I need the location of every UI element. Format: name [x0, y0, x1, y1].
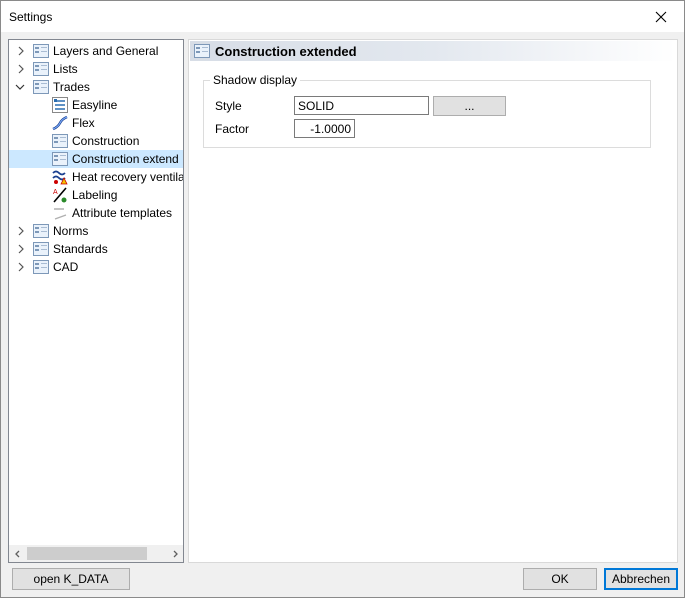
tree-horizontal-scrollbar[interactable] [9, 545, 183, 562]
tree-item-label: Norms [53, 224, 89, 238]
panel-title: Construction extended [215, 44, 357, 59]
tree-item-label: Construction [72, 134, 140, 148]
tree-item-label: Layers and General [53, 44, 159, 58]
settings-page-icon [52, 134, 68, 148]
scrollbar-thumb[interactable] [27, 547, 147, 560]
style-label: Style [215, 99, 242, 113]
tree-item-heat-recovery[interactable]: Heat recovery ventila [9, 168, 183, 186]
settings-page-icon [52, 152, 68, 166]
settings-page-icon [33, 224, 49, 238]
tree-item-label: CAD [53, 260, 79, 274]
close-button[interactable] [638, 1, 684, 32]
tree-item-construction-extended[interactable]: Construction extend [9, 150, 183, 168]
tree-item-lists[interactable]: Lists [9, 60, 183, 78]
style-browse-button[interactable]: ... [433, 96, 506, 116]
factor-label: Factor [215, 122, 250, 136]
tree-item-label: Heat recovery ventila [72, 170, 184, 184]
flex-icon [52, 115, 68, 131]
tree-item-label: Easyline [72, 98, 118, 112]
tree-item-construction[interactable]: Construction [9, 132, 183, 150]
chevron-right-icon[interactable] [16, 64, 26, 74]
cancel-button[interactable]: Abbrechen [604, 568, 678, 590]
settings-page-icon [33, 62, 49, 76]
scroll-right-button[interactable] [166, 545, 183, 562]
style-field[interactable]: SOLID [294, 96, 429, 115]
tree-item-label: Standards [53, 242, 108, 256]
tree-item-norms[interactable]: Norms [9, 222, 183, 240]
open-kdata-button[interactable]: open K_DATA [12, 568, 130, 590]
tree-item-label: Flex [72, 116, 95, 130]
chevron-right-icon[interactable] [16, 244, 26, 254]
group-legend: Shadow display [210, 73, 301, 87]
settings-panel: Construction extended Shadow display Sty… [188, 39, 678, 563]
title-bar: Settings [1, 1, 684, 32]
chevron-right-icon[interactable] [16, 46, 26, 56]
factor-field[interactable]: -1.0000 [294, 119, 355, 138]
settings-dialog: Settings Layers and General Lists Trades [0, 0, 685, 598]
heat-recovery-icon [52, 170, 68, 185]
tree-item-easyline[interactable]: Easyline [9, 96, 183, 114]
labeling-icon: A [53, 187, 67, 203]
tree-item-label: Construction extend [72, 152, 179, 166]
tree-item-label: Attribute templates [72, 206, 173, 220]
tree-item-labeling[interactable]: A Labeling [9, 186, 183, 204]
panel-header: Construction extended [190, 41, 676, 61]
window-title: Settings [9, 10, 53, 24]
settings-page-icon [33, 80, 49, 94]
tree-item-standards[interactable]: Standards [9, 240, 183, 258]
close-icon [655, 11, 667, 22]
attribute-templates-icon [54, 208, 67, 220]
settings-page-icon [194, 44, 210, 58]
tree-item-label: Labeling [72, 188, 118, 202]
shadow-display-group: Shadow display Style SOLID ... Factor -1… [203, 73, 651, 148]
settings-page-icon [33, 44, 49, 58]
tree-item-layers-and-general[interactable]: Layers and General [9, 42, 183, 60]
easyline-icon [52, 97, 68, 113]
chevron-right-icon [173, 550, 178, 557]
ok-button[interactable]: OK [523, 568, 597, 590]
tree-item-label: Lists [53, 62, 78, 76]
tree-item-label: Trades [53, 80, 90, 94]
tree-item-flex[interactable]: Flex [9, 114, 183, 132]
scroll-left-button[interactable] [9, 545, 26, 562]
settings-page-icon [33, 242, 49, 256]
chevron-left-icon [14, 550, 19, 557]
svg-text:A: A [53, 189, 58, 196]
chevron-down-icon[interactable] [15, 82, 25, 92]
chevron-right-icon[interactable] [16, 226, 26, 236]
tree-item-trades[interactable]: Trades [9, 78, 183, 96]
settings-tree[interactable]: Layers and General Lists Trades Easyline… [8, 39, 184, 563]
tree-item-attribute-templates[interactable]: Attribute templates [9, 204, 183, 222]
tree-item-cad[interactable]: CAD [9, 258, 183, 276]
settings-page-icon [33, 260, 49, 274]
chevron-right-icon[interactable] [16, 262, 26, 272]
